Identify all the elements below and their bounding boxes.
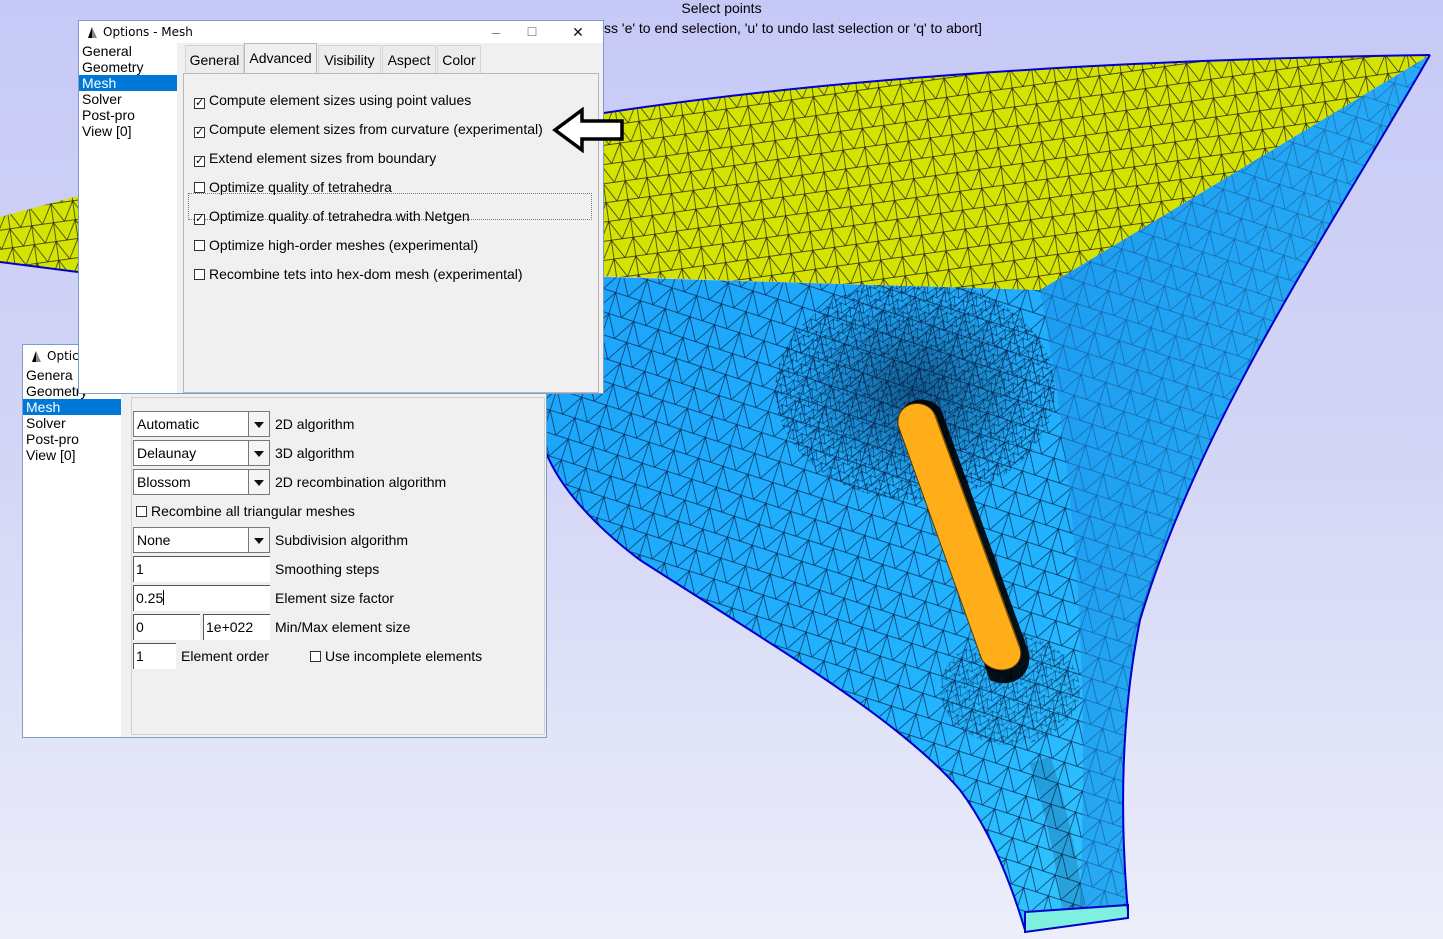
subdivision-algorithm-select[interactable]: None bbox=[133, 527, 270, 553]
gmsh-logo-icon bbox=[32, 351, 41, 362]
category-item-mesh[interactable]: Mesh bbox=[23, 399, 121, 415]
category-item-solver[interactable]: Solver bbox=[79, 91, 177, 107]
gmsh-logo-icon bbox=[88, 27, 97, 38]
checkbox-box[interactable] bbox=[310, 651, 321, 662]
category-item-geometry[interactable]: Geometry bbox=[79, 59, 177, 75]
options-window-front: Options - Mesh – ☐ ✕ General Geometry Me… bbox=[78, 20, 604, 394]
text-caret bbox=[163, 590, 165, 605]
chevron-down-icon bbox=[248, 412, 269, 436]
options-panel: General Advanced Visibility Aspect Color… bbox=[177, 43, 603, 393]
checkbox-box[interactable] bbox=[194, 240, 205, 251]
tab-visibility[interactable]: Visibility bbox=[318, 45, 381, 73]
checkbox-box[interactable] bbox=[136, 506, 147, 517]
checkbox-box[interactable] bbox=[194, 269, 205, 280]
checkbox-checked[interactable]: ✓ bbox=[194, 214, 205, 225]
tab-color[interactable]: Color bbox=[437, 45, 481, 73]
recombine-all-checkbox[interactable]: Recombine all triangular meshes bbox=[136, 501, 355, 521]
smoothing-steps-input[interactable]: 1 bbox=[133, 556, 270, 582]
category-list[interactable]: General Geometry Mesh Solver Post-pro Vi… bbox=[79, 43, 177, 393]
tab-aspect[interactable]: Aspect bbox=[382, 45, 436, 73]
smoothing-steps-label: Smoothing steps bbox=[275, 561, 380, 577]
algorithm-2d-label: 2D algorithm bbox=[275, 416, 355, 432]
chevron-down-icon bbox=[248, 470, 269, 494]
incomplete-elements-checkbox[interactable]: Use incomplete elements bbox=[310, 646, 482, 666]
recombination-algorithm-select[interactable]: Blossom bbox=[133, 469, 270, 495]
curvature-checkbox[interactable]: ✓ Compute element sizes from curvature (e… bbox=[194, 119, 543, 139]
minmax-element-size-label: Min/Max element size bbox=[275, 619, 411, 635]
minimize-button[interactable]: – bbox=[483, 23, 509, 41]
extend-boundary-checkbox[interactable]: ✓ Extend element sizes from boundary bbox=[194, 148, 436, 168]
algorithm-2d-select[interactable]: Automatic bbox=[133, 411, 270, 437]
window-title: Options - Mesh bbox=[103, 25, 193, 39]
category-item-postpro[interactable]: Post-pro bbox=[79, 107, 177, 123]
optimize-high-order-checkbox[interactable]: Optimize high-order meshes (experimental… bbox=[194, 235, 478, 255]
algorithm-3d-label: 3D algorithm bbox=[275, 445, 355, 461]
chevron-down-icon bbox=[248, 441, 269, 465]
element-size-factor-input[interactable]: 0.25 bbox=[133, 585, 270, 611]
category-item-mesh[interactable]: Mesh bbox=[79, 75, 177, 91]
tab-content: ✓ Compute element sizes using point value… bbox=[183, 73, 599, 393]
category-item-general[interactable]: General bbox=[79, 43, 177, 59]
recombination-algorithm-label: 2D recombination algorithm bbox=[275, 474, 447, 490]
recombine-tets-checkbox[interactable]: Recombine tets into hex-dom mesh (experi… bbox=[194, 264, 523, 284]
optimize-netgen-checkbox[interactable]: ✓ Optimize quality of tetrahedra with Net… bbox=[194, 206, 470, 226]
element-size-factor-label: Element size factor bbox=[275, 590, 395, 606]
close-button[interactable]: ✕ bbox=[565, 23, 591, 41]
subdivision-algorithm-label: Subdivision algorithm bbox=[275, 532, 409, 548]
category-item-postpro[interactable]: Post-pro bbox=[23, 431, 121, 447]
checkbox-box[interactable] bbox=[194, 182, 205, 193]
options-window-back: Optic Genera Geometry Mesh Solver Post-p… bbox=[22, 344, 547, 738]
titlebar[interactable]: Options - Mesh – ☐ ✕ bbox=[79, 21, 603, 43]
category-item-solver[interactable]: Solver bbox=[23, 415, 121, 431]
min-element-size-input[interactable]: 0 bbox=[133, 614, 200, 640]
window-title: Optic bbox=[47, 349, 79, 363]
checkbox-checked[interactable]: ✓ bbox=[194, 127, 205, 138]
checkbox-checked[interactable]: ✓ bbox=[194, 156, 205, 167]
category-list[interactable]: Genera Geometry Mesh Solver Post-pro Vie… bbox=[23, 367, 121, 737]
algorithm-3d-select[interactable]: Delaunay bbox=[133, 440, 270, 466]
mesh-general-panel: Automatic 2D algorithm Delaunay 3D algor… bbox=[131, 397, 545, 735]
checkbox-checked[interactable]: ✓ bbox=[194, 98, 205, 109]
chevron-down-icon bbox=[248, 528, 269, 552]
category-item-view[interactable]: View [0] bbox=[23, 447, 121, 463]
element-order-label: Element order bbox=[181, 648, 269, 664]
point-values-checkbox[interactable]: ✓ Compute element sizes using point value… bbox=[194, 90, 471, 110]
arrow-left-outline-icon bbox=[552, 107, 624, 153]
element-order-input[interactable]: 1 bbox=[133, 643, 176, 669]
category-item-view[interactable]: View [0] bbox=[79, 123, 177, 139]
tab-general[interactable]: General bbox=[185, 45, 244, 73]
maximize-button[interactable]: ☐ bbox=[519, 23, 545, 41]
optimize-tetrahedra-checkbox[interactable]: Optimize quality of tetrahedra bbox=[194, 177, 392, 197]
max-element-size-input[interactable]: 1e+022 bbox=[203, 614, 270, 640]
tab-advanced[interactable]: Advanced bbox=[244, 43, 317, 74]
